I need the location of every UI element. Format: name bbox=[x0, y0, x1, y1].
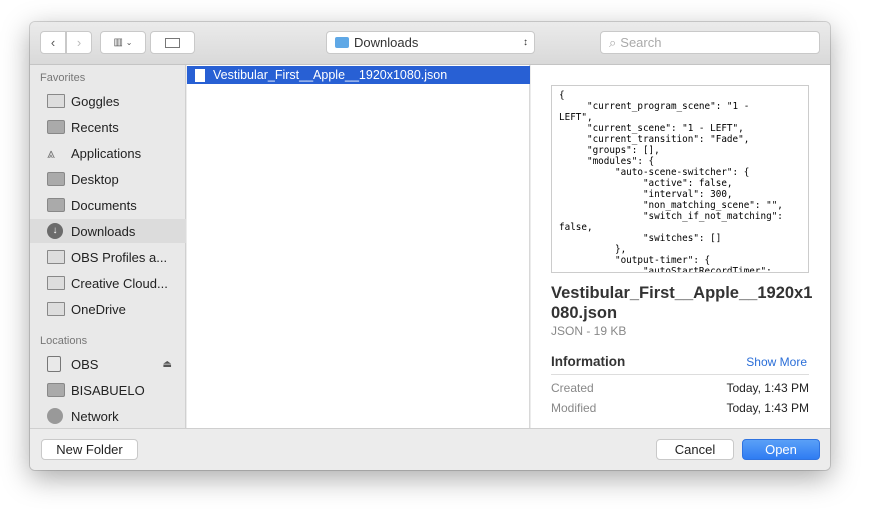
created-value: Today, 1:43 PM bbox=[726, 381, 810, 395]
sidebar-item-label: OneDrive bbox=[71, 301, 126, 317]
created-label: Created bbox=[551, 381, 594, 395]
applications-icon: ⩓ bbox=[47, 145, 55, 161]
favorites-heading: Favorites bbox=[40, 72, 86, 84]
new-folder-icon bbox=[165, 37, 180, 48]
sidebar-item-goggles[interactable]: Goggles bbox=[30, 89, 186, 113]
toolbar: ‹ › ▥ ⌄ Downloads ↕ ⌕ Search bbox=[30, 22, 830, 65]
cancel-button[interactable]: Cancel bbox=[656, 439, 734, 460]
sidebar-item-downloads[interactable]: ↓ Downloads bbox=[30, 219, 186, 243]
folder-icon bbox=[47, 276, 65, 290]
search-icon: ⌕ bbox=[609, 34, 617, 50]
file-row[interactable]: Vestibular_First__Apple__1920x1080.json bbox=[187, 66, 530, 84]
sidebar-item-label: Recents bbox=[71, 119, 119, 135]
modified-value: Today, 1:43 PM bbox=[726, 401, 810, 415]
sidebar-item-label: BISABUELO bbox=[71, 382, 145, 398]
file-preview-content: { "current_program_scene": "1 - LEFT", "… bbox=[551, 85, 809, 273]
recents-icon bbox=[47, 120, 65, 134]
new-folder-button[interactable]: New Folder bbox=[41, 439, 138, 460]
sidebar-item-network[interactable]: Network bbox=[30, 404, 186, 428]
bottom-bar: New Folder Cancel Open bbox=[30, 428, 830, 470]
search-placeholder: Search bbox=[620, 35, 662, 50]
search-field[interactable]: ⌕ Search bbox=[600, 31, 820, 54]
back-button[interactable]: ‹ bbox=[40, 31, 66, 54]
file-list: Vestibular_First__Apple__1920x1080.json bbox=[187, 65, 530, 428]
file-name: Vestibular_First__Apple__1920x1080.json bbox=[213, 68, 448, 82]
sidebar-item-creative-cloud[interactable]: Creative Cloud... bbox=[30, 271, 186, 295]
sidebar-item-obs-profiles-a[interactable]: OBS Profiles a... bbox=[30, 245, 186, 269]
chevron-down-icon: ⌄ bbox=[125, 38, 133, 47]
folder-icon bbox=[47, 250, 65, 264]
server-icon bbox=[47, 383, 65, 397]
sidebar-item-label: Documents bbox=[71, 197, 137, 213]
open-button[interactable]: Open bbox=[742, 439, 820, 460]
location-popup[interactable]: Downloads ↕ bbox=[326, 31, 535, 54]
sidebar-item-label: OBS bbox=[71, 356, 99, 372]
sidebar-item-desktop[interactable]: Desktop bbox=[30, 167, 186, 191]
sidebar-item-label: Applications bbox=[71, 145, 142, 161]
sidebar-item-onedrive[interactable]: OneDrive bbox=[30, 297, 186, 321]
document-icon bbox=[195, 68, 205, 82]
sidebar-item-obs[interactable]: OBS ⏏ bbox=[30, 352, 186, 376]
sidebar-item-label: Goggles bbox=[71, 93, 120, 109]
forward-button[interactable]: › bbox=[66, 31, 92, 54]
sidebar-item-recents[interactable]: Recents bbox=[30, 115, 186, 139]
sidebar-item-label: Creative Cloud... bbox=[71, 275, 168, 291]
sidebar-item-documents[interactable]: Documents bbox=[30, 193, 186, 217]
preview-subtitle: JSON - 19 KB bbox=[551, 324, 627, 338]
sidebar-item-applications[interactable]: ⩓ Applications bbox=[30, 141, 186, 165]
view-mode-button[interactable]: ▥ ⌄ bbox=[100, 31, 146, 54]
sidebar-item-label: Network bbox=[71, 408, 119, 424]
documents-icon bbox=[47, 198, 65, 212]
updown-chevron-icon: ↕ bbox=[523, 37, 528, 48]
network-icon bbox=[47, 408, 63, 424]
folder-icon bbox=[47, 302, 65, 316]
downloads-icon: ↓ bbox=[47, 223, 63, 239]
eject-icon[interactable]: ⏏ bbox=[163, 359, 172, 370]
modified-label: Modified bbox=[551, 401, 597, 415]
new-folder-icon-button[interactable] bbox=[150, 31, 195, 54]
sidebar: Favorites Goggles Recents ⩓ Applications Des… bbox=[30, 65, 186, 428]
downloads-folder-icon bbox=[335, 37, 349, 48]
sidebar-item-label: OBS Profiles a... bbox=[71, 249, 168, 265]
information-heading: Information bbox=[551, 354, 626, 369]
open-file-dialog: ‹ › ▥ ⌄ Downloads ↕ ⌕ Search Favorites G… bbox=[30, 22, 830, 470]
sidebar-item-label: Desktop bbox=[71, 171, 119, 187]
columns-icon: ▥ bbox=[113, 37, 123, 48]
show-more-link[interactable]: Show More bbox=[746, 355, 807, 369]
divider bbox=[551, 374, 809, 375]
preview-pane: { "current_program_scene": "1 - LEFT", "… bbox=[531, 65, 830, 428]
desktop-icon bbox=[47, 172, 65, 186]
drive-icon bbox=[47, 356, 61, 372]
sidebar-item-bisabuelo[interactable]: BISABUELO bbox=[30, 378, 186, 402]
preview-title: Vestibular_First__Apple__1920x1080.json bbox=[551, 284, 813, 322]
locations-heading: Locations bbox=[40, 335, 88, 347]
folder-icon bbox=[47, 94, 65, 108]
location-label: Downloads bbox=[354, 35, 419, 50]
sidebar-item-label: Downloads bbox=[71, 223, 136, 239]
